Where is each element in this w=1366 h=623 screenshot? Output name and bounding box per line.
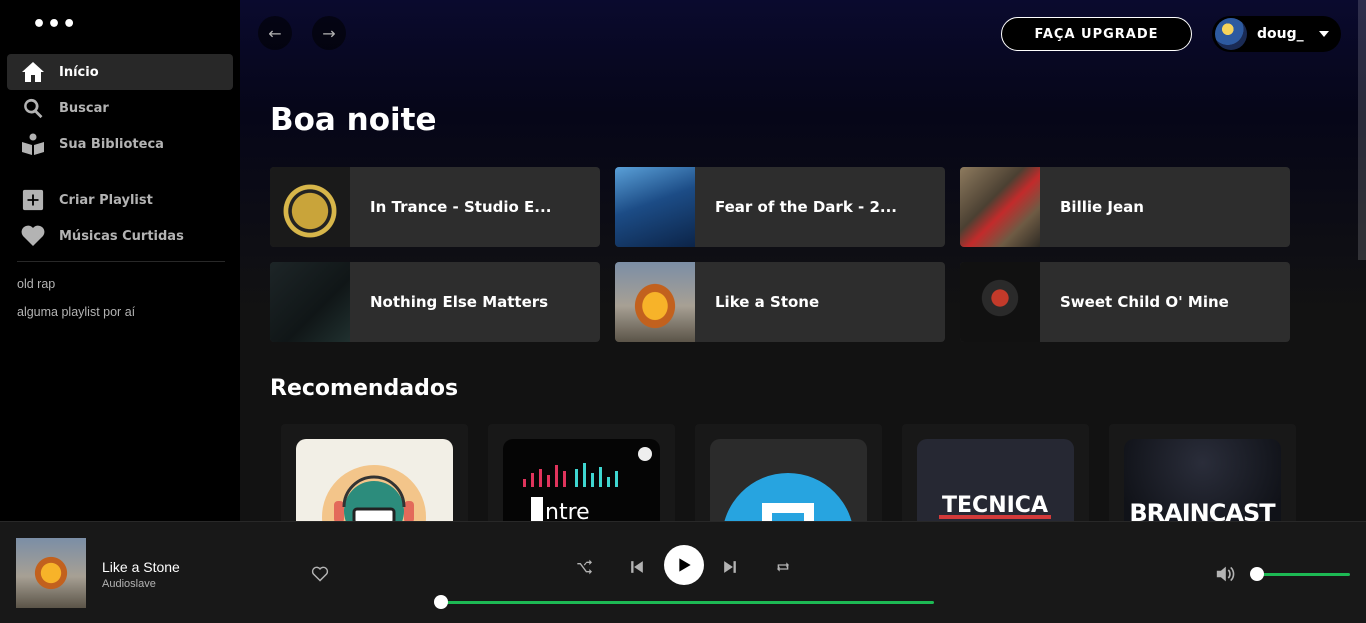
sidebar-divider (17, 261, 225, 262)
shortcut-card[interactable]: Sweet Child O' Mine (960, 262, 1290, 342)
album-art (960, 262, 1040, 342)
recommended-card[interactable]: ntre (488, 424, 675, 521)
recommended-card[interactable]: TECNICA (902, 424, 1089, 521)
play-icon (679, 558, 691, 572)
upgrade-button[interactable]: FAÇA UPGRADE (1001, 17, 1192, 51)
album-art (270, 262, 350, 342)
shortcut-title: Like a Stone (715, 293, 820, 311)
podcast-art-illustration: BRAINCAST (1129, 499, 1277, 521)
album-art (615, 262, 695, 342)
now-playing-art[interactable] (16, 538, 86, 608)
recommended-card[interactable] (695, 424, 882, 521)
repeat-icon (777, 562, 789, 572)
avatar (1215, 18, 1247, 50)
shortcut-card[interactable]: Like a Stone (615, 262, 945, 342)
create-playlist-button[interactable]: Criar Playlist (7, 182, 233, 218)
heart-outline-icon (311, 566, 329, 582)
arrow-right-icon: → (322, 23, 336, 43)
greeting-title: Boa noite (270, 102, 437, 138)
volume-icon (1216, 566, 1235, 582)
search-icon (21, 96, 45, 120)
album-art (270, 167, 350, 247)
plus-icon (21, 188, 45, 212)
shortcut-title: In Trance - Studio E... (370, 198, 552, 216)
podcast-art: ntre (503, 439, 660, 521)
section-title: Recomendados (270, 376, 459, 401)
sidebar-item-label: Criar Playlist (59, 192, 153, 208)
back-button[interactable]: ← (258, 16, 292, 50)
podcast-art: TECNICA (917, 439, 1074, 521)
heart-icon (21, 224, 45, 248)
like-button[interactable] (311, 566, 329, 586)
sidebar-item-label: Músicas Curtidas (59, 228, 184, 244)
shortcut-title: Nothing Else Matters (370, 293, 549, 311)
previous-button[interactable] (626, 556, 648, 578)
recommended-card[interactable]: BRAINCAST (1109, 424, 1296, 521)
podcast-art-text: ntre (545, 500, 590, 521)
home-icon (21, 60, 45, 84)
recommended-card[interactable] (281, 424, 468, 521)
sidebar-item-label: Início (59, 64, 99, 80)
playlist-item[interactable]: old rap (17, 277, 55, 291)
liked-songs-button[interactable]: Músicas Curtidas (7, 218, 233, 254)
shortcut-card[interactable]: Fear of the Dark - 2... (615, 167, 945, 247)
sidebar-item-library[interactable]: Sua Biblioteca (7, 126, 233, 162)
album-art (960, 167, 1040, 247)
volume-slider[interactable] (1257, 573, 1350, 576)
podcast-art (710, 439, 867, 521)
username: doug_ (1257, 26, 1304, 42)
repeat-button[interactable] (772, 556, 794, 578)
shortcut-title: Billie Jean (1060, 198, 1144, 216)
scrollbar[interactable] (1358, 0, 1366, 260)
more-options-icon[interactable]: ••• (32, 14, 77, 36)
next-icon (724, 561, 736, 573)
next-button[interactable] (719, 556, 741, 578)
player-bar: Like a Stone Audioslave (0, 521, 1366, 623)
user-menu-button[interactable]: doug_ (1212, 16, 1341, 52)
shortcut-card[interactable]: Nothing Else Matters (270, 262, 600, 342)
progress-bar[interactable] (441, 601, 934, 604)
library-icon (21, 132, 45, 156)
sidebar-item-label: Buscar (59, 100, 109, 116)
shortcut-title: Sweet Child O' Mine (1060, 293, 1229, 311)
spotify-app: ••• Início Buscar Sua Biblioteca Criar P… (0, 0, 1366, 623)
shuffle-button[interactable] (573, 556, 595, 578)
sidebar-item-home[interactable]: Início (7, 54, 233, 90)
shortcut-title: Fear of the Dark - 2... (715, 198, 897, 216)
sidebar: ••• Início Buscar Sua Biblioteca Criar P… (0, 0, 240, 521)
podcast-art-illustration: TECNICA (939, 493, 1051, 519)
shuffle-icon (577, 559, 592, 575)
sidebar-item-label: Sua Biblioteca (59, 136, 164, 152)
podcast-art-illustration (724, 473, 852, 521)
podcast-art: BRAINCAST (1124, 439, 1281, 521)
shortcut-card[interactable]: Billie Jean (960, 167, 1290, 247)
previous-icon (631, 561, 643, 573)
playlist-item[interactable]: alguma playlist por aí (17, 305, 135, 319)
podcast-art-text: BRAINCAST (1129, 499, 1276, 521)
podcast-art-illustration (322, 465, 426, 521)
volume-button[interactable] (1215, 565, 1235, 587)
shortcut-card[interactable]: In Trance - Studio E... (270, 167, 600, 247)
now-playing-artist[interactable]: Audioslave (102, 578, 156, 590)
progress-handle[interactable] (434, 595, 448, 609)
podcast-art (296, 439, 453, 521)
podcast-art-illustration: ntre (523, 447, 652, 521)
sidebar-item-search[interactable]: Buscar (7, 90, 233, 126)
main-content: ← → FAÇA UPGRADE doug_ Boa noite In Tran… (240, 0, 1366, 521)
play-button[interactable] (664, 545, 704, 585)
podcast-art-text: TECNICA (942, 493, 1048, 518)
album-art (615, 167, 695, 247)
forward-button[interactable]: → (312, 16, 346, 50)
now-playing-title[interactable]: Like a Stone (102, 559, 180, 575)
arrow-left-icon: ← (268, 23, 282, 43)
caret-down-icon (1319, 31, 1329, 37)
volume-handle[interactable] (1250, 567, 1264, 581)
